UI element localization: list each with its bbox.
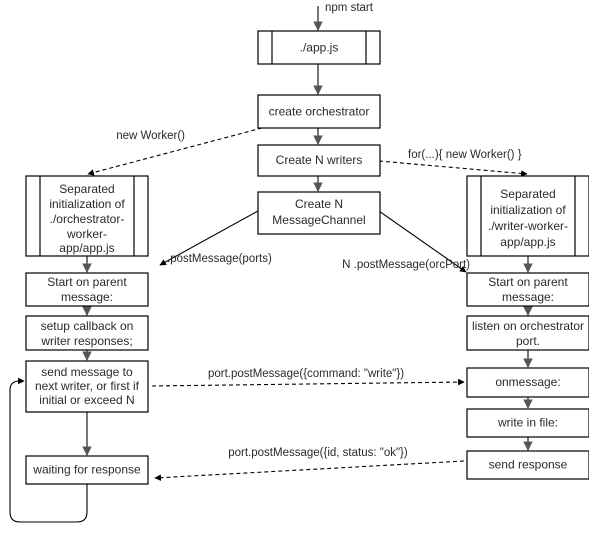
- edge-write-command: port.postMessage({command: "write"}): [151, 368, 465, 387]
- node-writer-start-label-line1: Start on parent: [488, 275, 568, 289]
- edge-status-ok: port.postMessage({id, status: "ok"}): [154, 447, 465, 481]
- node-orchestrator-worker-app[interactable]: Separated initialization of ./orchestrat…: [25, 175, 149, 257]
- node-create-orchestrator-label: create orchestrator: [269, 105, 370, 119]
- flowchart-canvas: npm start new Worker() for(...){ new Wor…: [9, 2, 589, 523]
- flowchart-diagram: npm start new Worker() for(...){ new Wor…: [0, 0, 589, 537]
- edge-label-postmessage-orcport: N .postMessage(orcPort): [342, 259, 470, 271]
- node-waiting-for-response[interactable]: waiting for response: [25, 455, 149, 485]
- node-writer-start-on-parent-message[interactable]: Start on parent message:: [466, 272, 589, 307]
- node-listen-on-port-label-line2: port.: [516, 334, 540, 348]
- node-create-n-messagechannel-label-line2: MessageChannel: [272, 213, 365, 227]
- node-orchestrator-start-label-line1: Start on parent: [47, 275, 127, 289]
- node-writer-worker-app-label-line1: Separated: [500, 187, 555, 201]
- edge-label-for-new-worker: for(...){ new Worker() }: [408, 149, 522, 161]
- node-orchestrator-start-on-parent-message[interactable]: Start on parent message:: [25, 272, 149, 307]
- node-waiting-for-response-label: waiting for response: [32, 463, 141, 477]
- node-writer-worker-app-label-line3: ./writer-worker-: [488, 219, 568, 233]
- node-listen-on-orchestrator-port[interactable]: listen on orchestrator port.: [466, 315, 589, 351]
- node-writer-start-label-line2: message:: [502, 290, 554, 304]
- node-app-js-label: ./app.js: [300, 41, 339, 55]
- node-app-js[interactable]: ./app.js: [257, 30, 381, 65]
- node-send-response-label: send response: [489, 458, 568, 472]
- node-orchestrator-worker-app-label-line2: initialization of: [49, 197, 125, 211]
- node-write-in-file[interactable]: write in file:: [466, 408, 589, 438]
- node-orchestrator-worker-app-label-line4: worker-: [66, 227, 107, 241]
- node-listen-on-port-label-line1: listen on orchestrator: [472, 319, 584, 333]
- edge-label-write-command: port.postMessage({command: "write"}): [208, 368, 404, 380]
- node-writer-worker-app-label-line2: initialization of: [490, 203, 566, 217]
- node-write-in-file-label: write in file:: [497, 416, 558, 430]
- edge-for-new-worker: for(...){ new Worker() }: [378, 149, 528, 177]
- node-create-n-messagechannel[interactable]: Create N MessageChannel: [257, 191, 381, 235]
- node-orchestrator-worker-app-label-line3: ./orchestrator-: [50, 212, 125, 226]
- edge-label-npm-start: npm start: [325, 2, 374, 14]
- edge-new-worker: new Worker(): [87, 127, 263, 176]
- node-send-message-label-line3: initial or exceed N: [39, 393, 134, 407]
- node-send-message-label-line1: send message to: [41, 365, 133, 379]
- edge-label-postmessage-ports: .postMessage(ports): [167, 253, 272, 265]
- edge-label-status-ok: port.postMessage({id, status: "ok"}): [228, 447, 408, 459]
- node-create-orchestrator[interactable]: create orchestrator: [257, 94, 381, 129]
- edge-postmessage-ports: .postMessage(ports): [159, 210, 272, 266]
- edge-label-new-worker: new Worker(): [116, 130, 185, 142]
- node-create-n-writers-label: Create N writers: [276, 153, 363, 167]
- node-setup-callback-label-line2: writer responses;: [40, 334, 132, 348]
- node-onmessage[interactable]: onmessage:: [466, 367, 589, 398]
- node-send-message-label-line2: next writer, or first if: [35, 379, 140, 393]
- node-setup-callback-label-line1: setup callback on: [41, 319, 134, 333]
- node-send-message-to-next-writer[interactable]: send message to next writer, or first if…: [25, 360, 149, 413]
- node-setup-callback[interactable]: setup callback on writer responses;: [25, 315, 149, 351]
- node-onmessage-label: onmessage:: [495, 375, 560, 389]
- node-writer-worker-app-label-line4: app/app.js: [500, 235, 555, 249]
- node-create-n-messagechannel-label-line1: Create N: [295, 197, 343, 211]
- node-writer-worker-app[interactable]: Separated initialization of ./writer-wor…: [466, 175, 589, 257]
- node-orchestrator-worker-app-label-line1: Separated: [59, 182, 114, 196]
- node-orchestrator-worker-app-label-line5: app/app.js: [59, 241, 114, 255]
- edge-entry-npm-start: npm start: [313, 2, 374, 31]
- node-send-response[interactable]: send response: [466, 450, 589, 480]
- node-create-n-writers[interactable]: Create N writers: [257, 144, 381, 177]
- node-orchestrator-start-label-line2: message:: [61, 290, 113, 304]
